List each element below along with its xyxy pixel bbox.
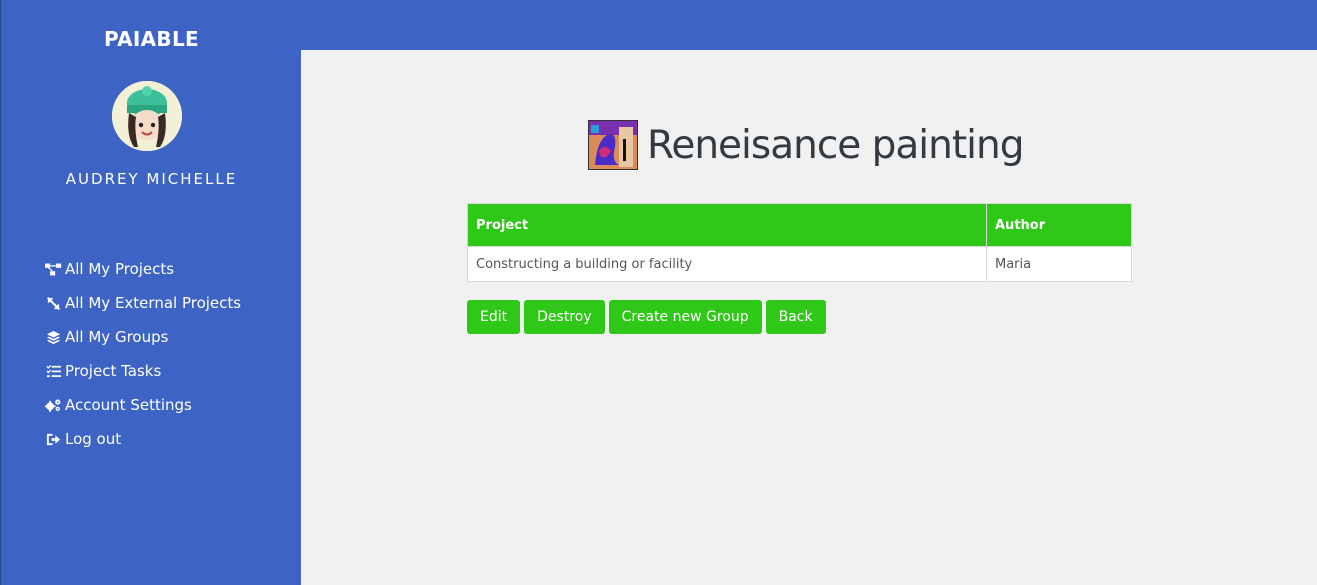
project-thumbnail: [588, 120, 638, 170]
table-row: Constructing a building or facility Mari…: [467, 246, 1132, 282]
back-button[interactable]: Back: [765, 300, 826, 334]
column-header-author: Author: [986, 203, 1132, 247]
sidebar-item-all-my-external-projects[interactable]: All My External Projects: [45, 286, 241, 320]
sidebar-item-label: All My Groups: [65, 328, 169, 346]
create-new-group-button[interactable]: Create new Group: [608, 300, 762, 334]
sidebar-nav: All My Projects All My External Projects…: [45, 252, 241, 456]
project-cell: Constructing a building or facility: [467, 246, 987, 282]
sidebar-item-label: Project Tasks: [65, 362, 162, 380]
sidebar: PAIABLE AUDREY MICHELLE All My Projects: [0, 0, 301, 585]
action-buttons: Edit Destroy Create new Group Back: [467, 300, 826, 334]
sidebar-item-label: Account Settings: [65, 396, 192, 414]
brand-logo[interactable]: PAIABLE: [1, 27, 302, 51]
layers-icon: [45, 329, 63, 345]
sidebar-item-project-tasks[interactable]: Project Tasks: [45, 354, 241, 388]
user-name: AUDREY MICHELLE: [65, 170, 238, 188]
tasks-icon: [45, 363, 63, 379]
author-cell: Maria: [986, 246, 1132, 282]
edit-button[interactable]: Edit: [467, 300, 521, 334]
sidebar-item-all-my-groups[interactable]: All My Groups: [45, 320, 241, 354]
project-diagram-icon: [45, 261, 63, 277]
sidebar-item-label: All My Projects: [65, 260, 175, 278]
sidebar-item-all-my-projects[interactable]: All My Projects: [45, 252, 241, 286]
sign-out-icon: [45, 431, 63, 447]
sidebar-item-log-out[interactable]: Log out: [45, 422, 241, 456]
title-bar: Reneisance painting: [588, 120, 1024, 170]
column-header-project: Project: [467, 203, 987, 247]
page-title: Reneisance painting: [647, 122, 1024, 168]
unlink-icon: [45, 295, 63, 311]
project-table: Project Author Constructing a building o…: [467, 203, 1132, 282]
sidebar-item-label: All My External Projects: [65, 294, 242, 312]
sidebar-item-label: Log out: [65, 430, 122, 448]
table-header-row: Project Author: [467, 203, 1132, 247]
gears-icon: [45, 397, 63, 413]
destroy-button[interactable]: Destroy: [524, 300, 605, 334]
sidebar-item-account-settings[interactable]: Account Settings: [45, 388, 241, 422]
avatar: [112, 81, 182, 151]
